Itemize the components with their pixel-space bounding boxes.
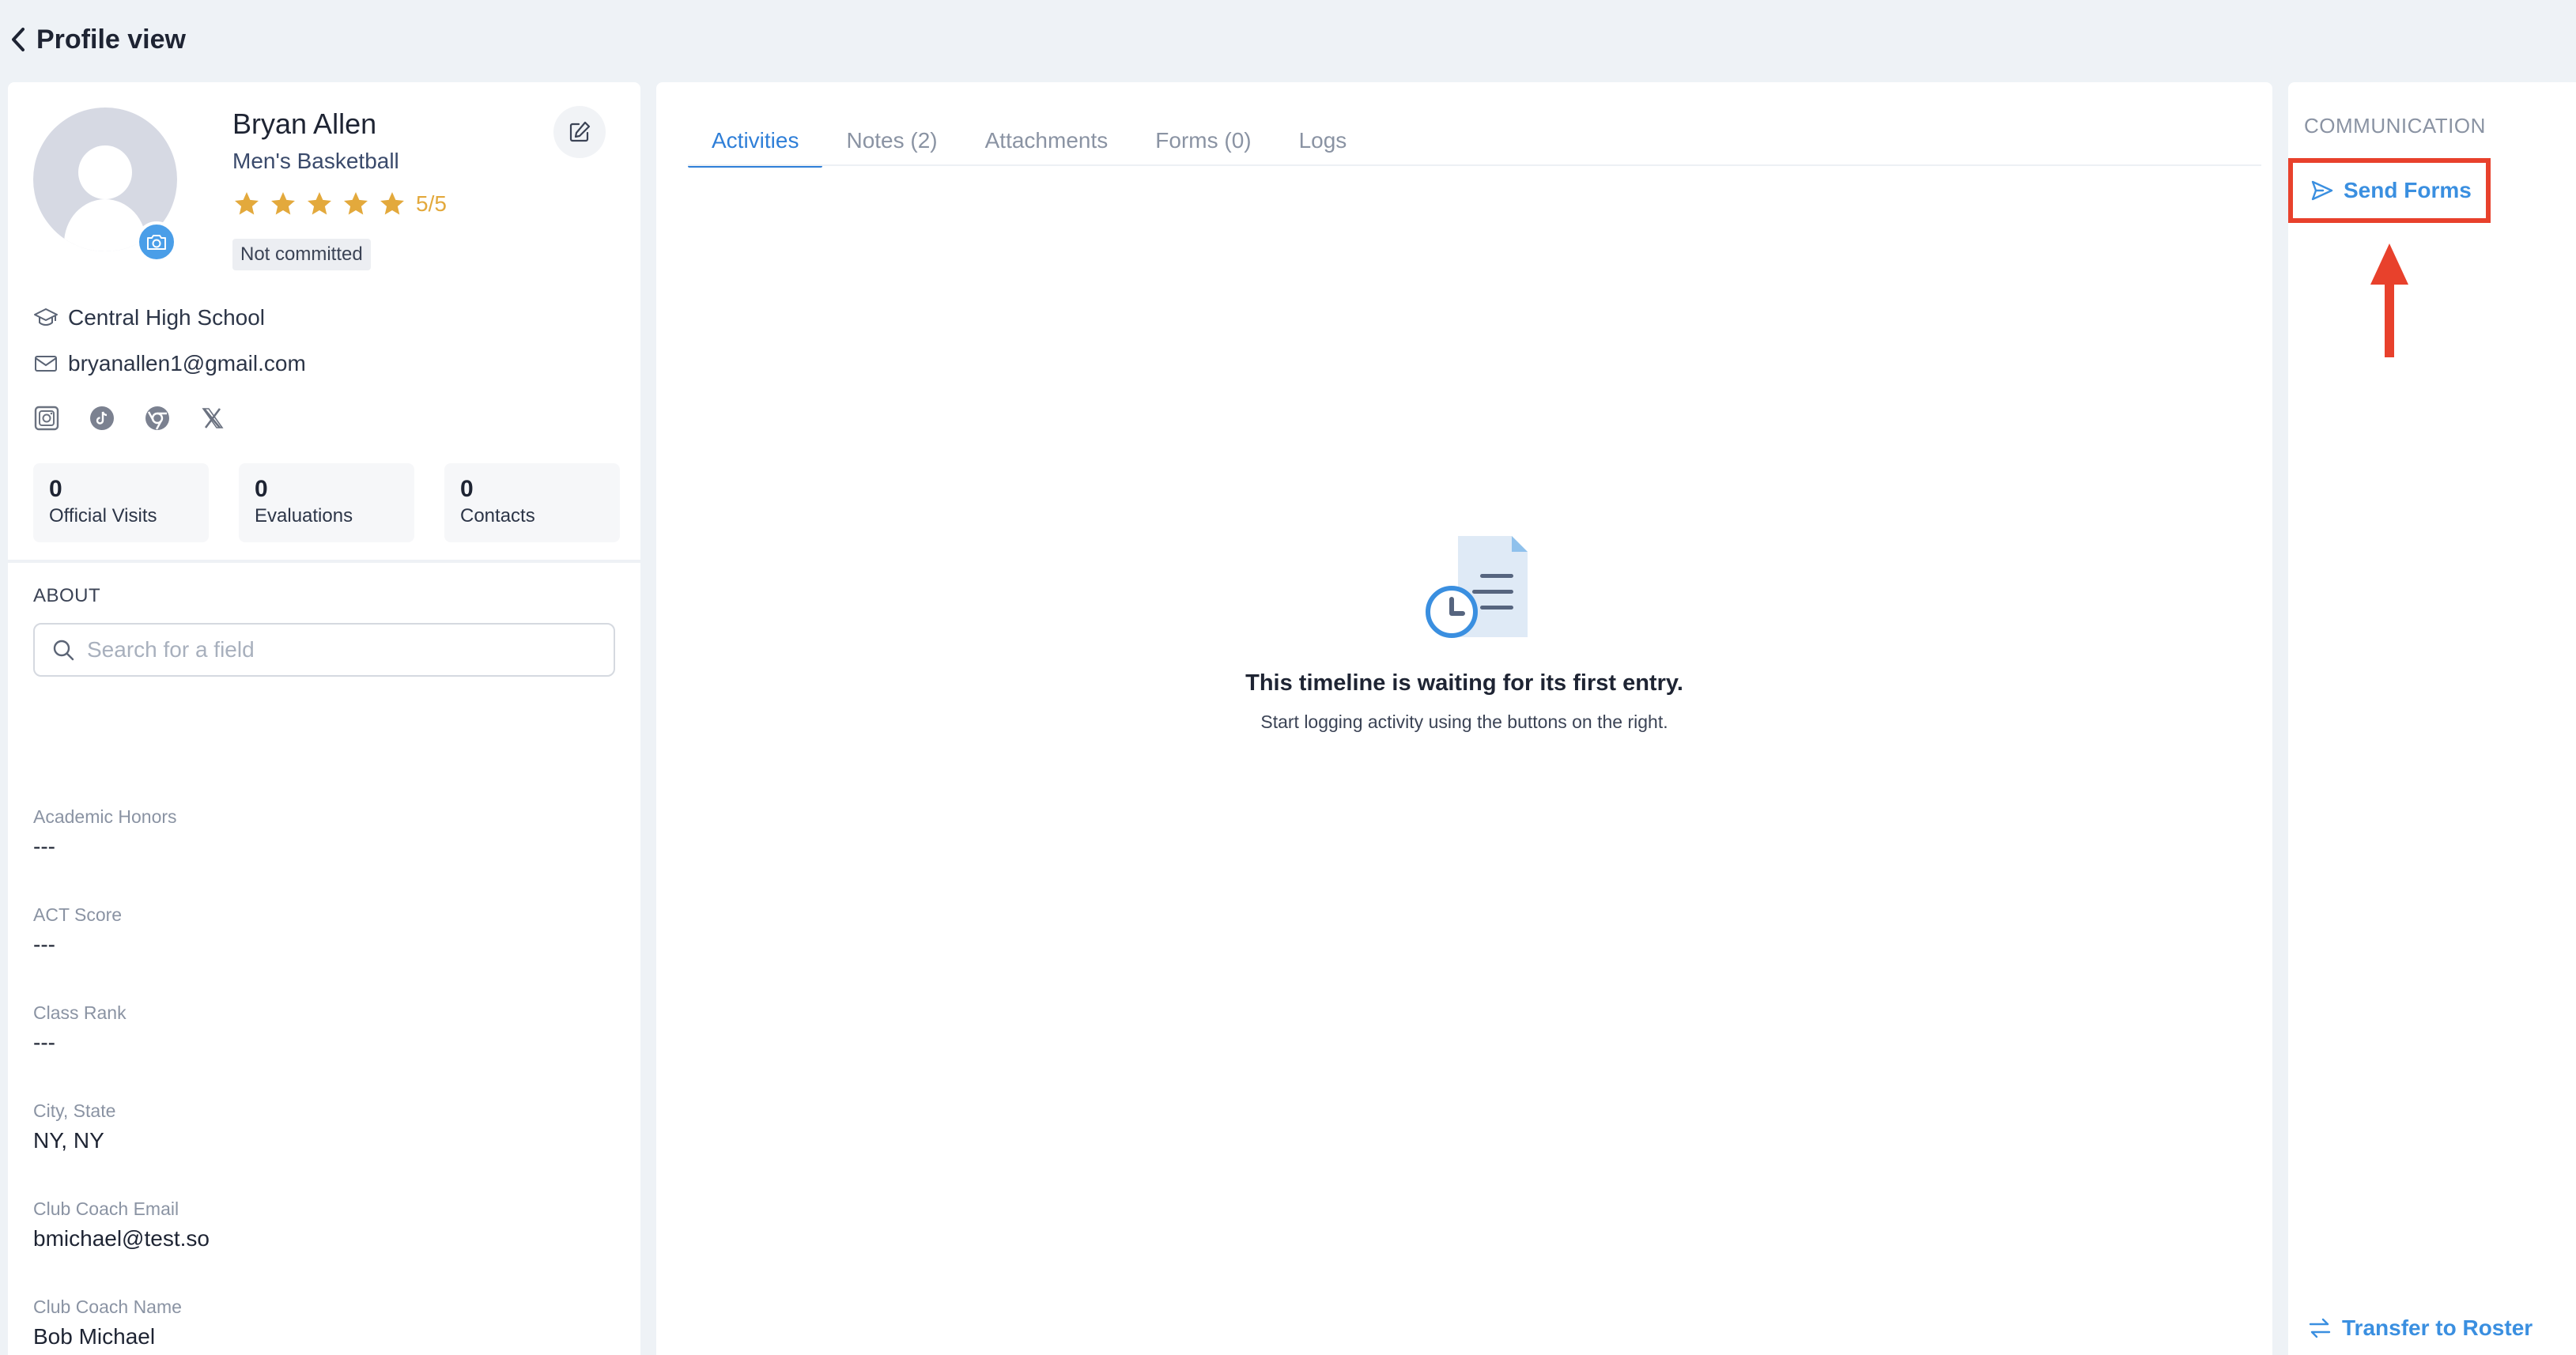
communication-panel: COMMUNICATION Send Forms Transfer to Ros…: [2288, 82, 2576, 1355]
star-icon: [344, 192, 368, 215]
field-value: Bob Michael: [33, 1324, 156, 1349]
field-academic-honors: Academic Honors ---: [33, 806, 177, 859]
commit-status-badge: Not committed: [232, 239, 371, 270]
field-club-coach-name: Club Coach Name Bob Michael: [33, 1296, 182, 1349]
field-value: ---: [33, 1030, 55, 1055]
school-row: Central High School: [33, 305, 265, 330]
send-forms-label: Send Forms: [2344, 178, 2472, 202]
send-forms-button[interactable]: Send Forms: [2288, 158, 2491, 223]
tab-attachments[interactable]: Attachments: [961, 117, 1132, 168]
stat-value: 0: [460, 476, 474, 502]
chrome-glyph: [145, 406, 169, 430]
tiktok-glyph: [90, 406, 114, 430]
swap-icon: [2309, 1318, 2331, 1338]
upload-photo-button[interactable]: [136, 221, 177, 262]
field-label: Club Coach Email: [33, 1198, 179, 1219]
profile-name: Bryan Allen: [232, 108, 377, 140]
edit-icon: [569, 121, 591, 142]
mail-icon: [35, 356, 57, 372]
social-links: [33, 405, 226, 432]
arrow-up-icon: [2370, 243, 2408, 357]
field-city-state: City, State NY, NY: [33, 1100, 115, 1153]
chevron-left-icon: [12, 28, 25, 51]
tab-forms[interactable]: Forms (0): [1131, 117, 1275, 168]
field-label: Club Coach Name: [33, 1296, 182, 1317]
instagram-icon[interactable]: [33, 405, 60, 432]
tiktok-icon[interactable]: [89, 405, 115, 432]
field-value: NY, NY: [33, 1128, 104, 1153]
tab-bar: Activities Notes (2) Attachments Forms (…: [688, 117, 1370, 168]
profile-panel: Bryan Allen Men's Basketball 5/5 Not com…: [8, 82, 640, 1355]
instagram-glyph: [34, 406, 59, 431]
graduation-cap-icon: [34, 308, 58, 326]
stat-official-visits: 0 Official Visits: [33, 463, 209, 542]
back-button[interactable]: Profile view: [9, 25, 186, 55]
field-label: City, State: [33, 1100, 116, 1121]
communication-heading: COMMUNICATION: [2304, 114, 2486, 138]
tab-activities[interactable]: Activities: [688, 117, 823, 168]
stat-value: 0: [49, 476, 62, 502]
email-address[interactable]: bryanallen1@gmail.com: [68, 351, 306, 376]
x-glyph: [201, 406, 225, 430]
empty-state-subtitle: Start logging activity using the buttons…: [1260, 711, 1668, 732]
transfer-label: Transfer to Roster: [2342, 1315, 2533, 1340]
field-label: Class Rank: [33, 1002, 127, 1023]
timeline-document-icon: [1426, 536, 1528, 638]
stat-evaluations: 0 Evaluations: [239, 463, 414, 542]
field-label: Academic Honors: [33, 806, 177, 827]
empty-state-title: This timeline is waiting for its first e…: [1245, 670, 1683, 696]
field-search: [33, 623, 615, 677]
search-icon: [53, 640, 74, 661]
field-value: ---: [33, 932, 55, 957]
section-divider: [8, 560, 640, 563]
timeline-panel: Activities Notes (2) Attachments Forms (…: [656, 82, 2272, 1355]
email-row: bryanallen1@gmail.com: [33, 351, 306, 376]
top-bar: Profile view: [0, 0, 2576, 79]
about-heading: ABOUT: [33, 585, 101, 606]
edit-profile-button[interactable]: [553, 106, 606, 158]
field-class-rank: Class Rank ---: [33, 1002, 127, 1055]
tab-notes[interactable]: Notes (2): [822, 117, 961, 168]
send-icon: [2311, 180, 2333, 201]
field-club-coach-email: Club Coach Email bmichael@test.so: [33, 1198, 210, 1251]
page-title: Profile view: [36, 24, 186, 55]
rating-text: 5/5: [416, 191, 447, 216]
x-icon[interactable]: [199, 405, 226, 432]
tab-logs[interactable]: Logs: [1275, 117, 1371, 168]
rating: 5/5: [232, 190, 447, 218]
search-input[interactable]: [87, 637, 609, 662]
stat-label: Contacts: [460, 505, 535, 527]
star-icon: [235, 192, 259, 215]
tabs-divider: [688, 164, 2261, 166]
stat-label: Evaluations: [255, 505, 353, 527]
transfer-to-roster-button[interactable]: Transfer to Roster: [2307, 1315, 2533, 1341]
field-value: bmichael@test.so: [33, 1226, 210, 1251]
camera-icon: [147, 235, 166, 250]
stat-label: Official Visits: [49, 505, 157, 527]
field-label: ACT Score: [33, 904, 123, 925]
field-act-score: ACT Score ---: [33, 904, 122, 957]
profile-sport: Men's Basketball: [232, 149, 399, 173]
field-value: ---: [33, 834, 55, 859]
star-icon: [380, 192, 404, 215]
school-name: Central High School: [68, 305, 266, 330]
stat-contacts: 0 Contacts: [444, 463, 620, 542]
star-icon: [308, 192, 331, 215]
chrome-icon[interactable]: [144, 405, 171, 432]
star-icon: [271, 192, 295, 215]
stat-value: 0: [255, 476, 268, 502]
